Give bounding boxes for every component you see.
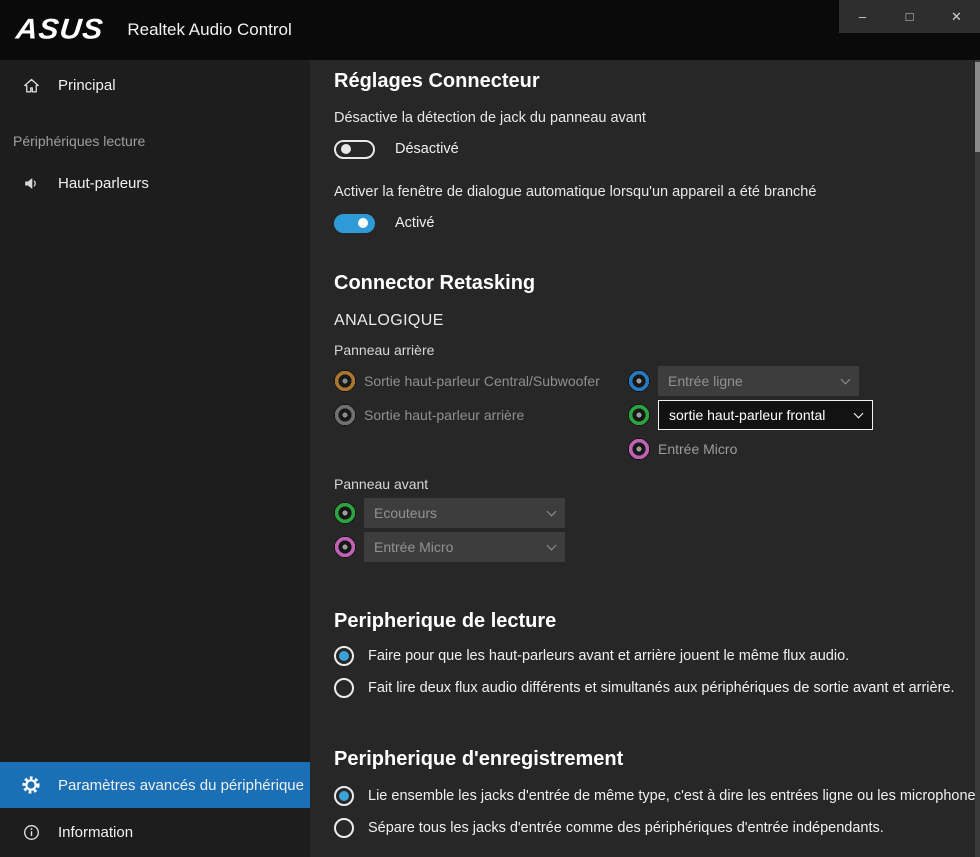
front-panel-label: Panneau avant	[334, 476, 980, 492]
jack-icon-green	[628, 404, 650, 426]
dropdown-value: Entrée Micro	[374, 539, 453, 555]
radio-unselected-icon	[334, 678, 354, 698]
line-in-dropdown[interactable]: Entrée ligne	[658, 366, 859, 396]
titlebar: ASUS Realtek Audio Control – □ ✕	[0, 0, 980, 60]
chevron-down-icon	[547, 540, 557, 550]
toggle-knob	[341, 144, 351, 154]
sidebar-item-label: Haut-parleurs	[58, 175, 149, 192]
recording-option-tie-jacks[interactable]: Lie ensemble les jacks d'entrée de même …	[334, 780, 980, 812]
app-window: ASUS Realtek Audio Control – □ ✕ Princip…	[0, 0, 980, 857]
vertical-scrollbar[interactable]	[975, 60, 980, 857]
close-button[interactable]: ✕	[933, 0, 980, 33]
rear-jack-center-subwoofer: Sortie haut-parleur Central/Subwoofer	[334, 364, 628, 398]
sidebar-section-playback-devices: Périphériques lecture	[0, 133, 310, 153]
jack-icon-blue	[628, 370, 650, 392]
rear-panel-grid: Sortie haut-parleur Central/Subwoofer En…	[334, 364, 980, 466]
rear-jack-rear-speaker: Sortie haut-parleur arrière	[334, 398, 628, 432]
front-mic-dropdown[interactable]: Entrée Micro	[364, 532, 565, 562]
sidebar-bottom-group: Paramètres avancés du périphérique Infor…	[0, 762, 310, 857]
asus-logo: ASUS	[14, 14, 105, 46]
rear-grid-spacer	[334, 432, 628, 466]
jack-detection-row: Désactivé	[334, 138, 980, 160]
rear-jack-mic-in: Entrée Micro	[628, 432, 980, 466]
rear-jack-front-speaker-out: sortie haut-parleur frontal	[628, 398, 980, 432]
playback-option-same-stream[interactable]: Faire pour que les haut-parleurs avant e…	[334, 640, 980, 672]
speaker-icon	[20, 174, 42, 193]
front-speaker-out-dropdown[interactable]: sortie haut-parleur frontal	[658, 400, 873, 430]
playback-options: Faire pour que les haut-parleurs avant e…	[334, 640, 980, 704]
toggle-knob	[358, 218, 368, 228]
app-title: Realtek Audio Control	[127, 20, 291, 40]
sidebar: Principal Périphériques lecture Haut-par…	[0, 60, 310, 857]
recording-option-separate-jacks[interactable]: Sépare tous les jacks d'entrée comme des…	[334, 812, 980, 844]
analog-subtitle: ANALOGIQUE	[334, 312, 980, 330]
radio-label: Lie ensemble les jacks d'entrée de même …	[368, 788, 976, 804]
sidebar-item-information[interactable]: Information	[0, 808, 310, 857]
maximize-button[interactable]: □	[886, 0, 933, 33]
auto-dialog-toggle[interactable]	[334, 214, 375, 233]
radio-selected-icon	[334, 786, 354, 806]
dropdown-value: sortie haut-parleur frontal	[669, 407, 825, 423]
chevron-down-icon	[547, 506, 557, 516]
sidebar-item-speakers[interactable]: Haut-parleurs	[0, 161, 310, 205]
headphones-dropdown[interactable]: Ecouteurs	[364, 498, 565, 528]
radio-label: Faire pour que les haut-parleurs avant e…	[368, 648, 849, 664]
playback-option-different-streams[interactable]: Fait lire deux flux audio différents et …	[334, 672, 980, 704]
front-panel-rows: Ecouteurs Entrée Micro	[334, 496, 980, 564]
dropdown-value: Ecouteurs	[374, 505, 437, 521]
jack-icon-green	[334, 502, 356, 524]
jack-label: Sortie haut-parleur Central/Subwoofer	[364, 373, 600, 389]
front-jack-mic: Entrée Micro	[334, 530, 980, 564]
radio-dot	[339, 651, 349, 661]
radio-selected-icon	[334, 646, 354, 666]
jack-detection-toggle[interactable]	[334, 140, 375, 159]
jack-icon-orange	[334, 370, 356, 392]
radio-label: Fait lire deux flux audio différents et …	[368, 680, 955, 696]
rear-panel-label: Panneau arrière	[334, 342, 980, 358]
section-title-connector-settings: Réglages Connecteur	[334, 68, 980, 94]
chevron-down-icon	[854, 408, 864, 418]
auto-dialog-row: Activé	[334, 212, 980, 234]
info-icon	[20, 823, 42, 842]
recording-options: Lie ensemble les jacks d'entrée de même …	[334, 780, 980, 844]
sidebar-item-principal[interactable]: Principal	[0, 63, 310, 107]
sidebar-item-advanced-settings[interactable]: Paramètres avancés du périphérique	[0, 762, 310, 808]
rear-jack-line-in: Entrée ligne	[628, 364, 980, 398]
jack-icon-grey	[334, 404, 356, 426]
sidebar-item-label: Information	[58, 824, 133, 841]
radio-dot	[339, 791, 349, 801]
gear-icon	[20, 775, 42, 795]
sidebar-item-label: Paramètres avancés du périphérique	[58, 777, 304, 794]
home-icon	[20, 76, 42, 95]
section-title-playback-device: Peripherique de lecture	[334, 608, 980, 634]
jack-icon-pink	[628, 438, 650, 460]
jack-label: Sortie haut-parleur arrière	[364, 407, 524, 423]
jack-detection-state: Désactivé	[395, 141, 459, 157]
section-title-recording-device: Peripherique d'enregistrement	[334, 746, 980, 772]
main-content: Réglages Connecteur Désactive la détecti…	[310, 60, 980, 857]
auto-dialog-state: Activé	[395, 215, 435, 231]
sidebar-item-label: Principal	[58, 77, 116, 94]
jack-detection-label: Désactive la détection de jack du pannea…	[334, 110, 980, 126]
window-controls: – □ ✕	[839, 0, 980, 33]
radio-label: Sépare tous les jacks d'entrée comme des…	[368, 820, 884, 836]
minimize-button[interactable]: –	[839, 0, 886, 33]
scrollbar-thumb[interactable]	[975, 62, 980, 152]
mic-in-value: Entrée Micro	[658, 441, 737, 457]
section-title-connector-retasking: Connector Retasking	[334, 270, 980, 296]
front-jack-headphones: Ecouteurs	[334, 496, 980, 530]
jack-icon-pink	[334, 536, 356, 558]
dropdown-value: Entrée ligne	[668, 373, 743, 389]
radio-unselected-icon	[334, 818, 354, 838]
auto-dialog-label: Activer la fenêtre de dialogue automatiq…	[334, 184, 980, 200]
chevron-down-icon	[841, 374, 851, 384]
